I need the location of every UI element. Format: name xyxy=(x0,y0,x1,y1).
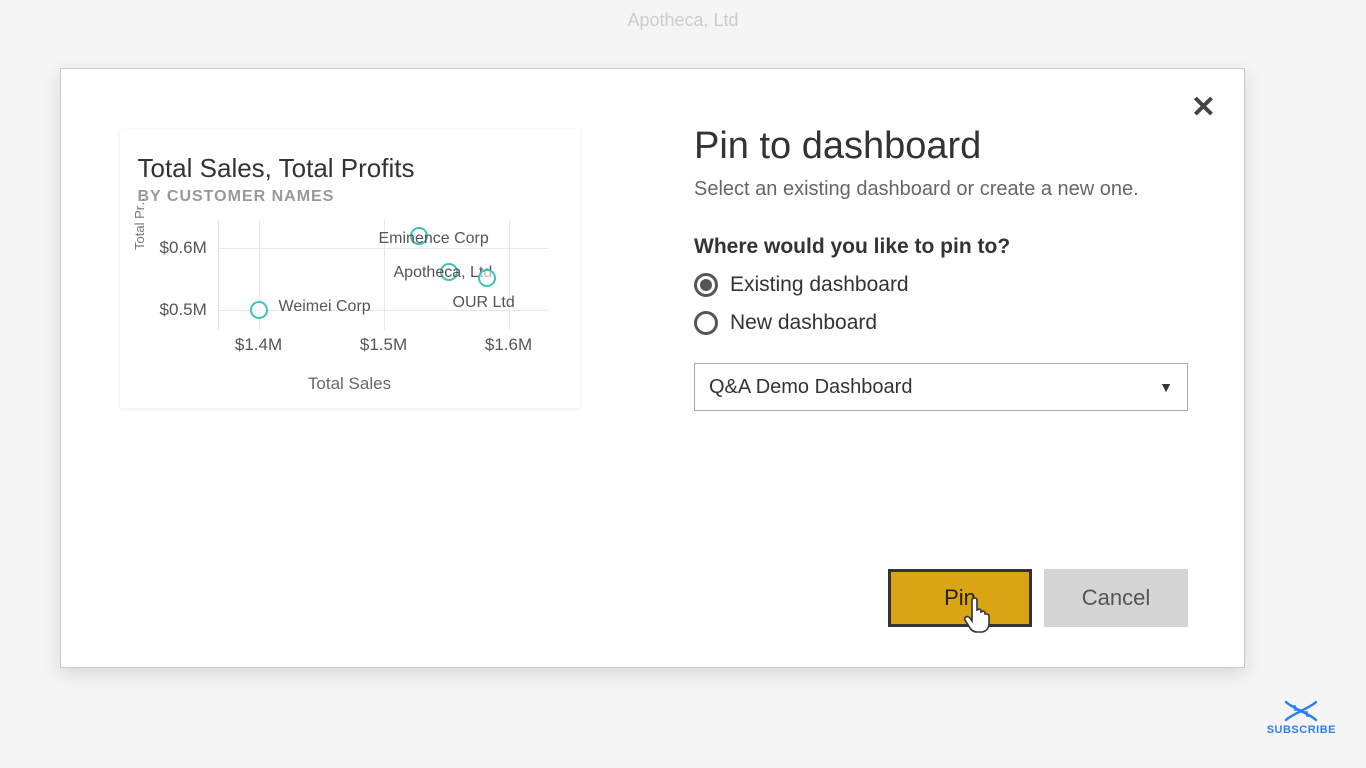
dialog-form-pane: ✕ Pin to dashboard Select an existing da… xyxy=(638,69,1244,667)
data-point xyxy=(478,269,496,287)
plot-area: Weimei Corp Eminence Corp Apotheca, Ltd … xyxy=(218,220,548,330)
data-point-label: Eminence Corp xyxy=(379,230,489,248)
x-tick: $1.4M xyxy=(235,335,282,355)
x-tick: $1.6M xyxy=(485,335,532,355)
chart-title: Total Sales, Total Profits xyxy=(138,153,562,184)
chevron-down-icon: ▼ xyxy=(1159,379,1173,395)
y-axis-label: Total Pro… xyxy=(132,190,147,250)
radio-label: Existing dashboard xyxy=(730,273,909,297)
subscribe-badge[interactable]: SUBSCRIBE xyxy=(1267,700,1336,736)
cancel-button[interactable]: Cancel xyxy=(1044,569,1188,627)
chart-subtitle: BY CUSTOMER NAMES xyxy=(138,188,562,206)
data-point xyxy=(250,301,268,319)
pin-to-dashboard-dialog: Total Sales, Total Profits BY CUSTOMER N… xyxy=(60,68,1245,668)
dialog-preview-pane: Total Sales, Total Profits BY CUSTOMER N… xyxy=(61,69,638,667)
data-point-label: OUR Ltd xyxy=(453,294,515,312)
dialog-description: Select an existing dashboard or create a… xyxy=(694,178,1188,201)
x-axis-label: Total Sales xyxy=(138,374,562,394)
radio-new-dashboard[interactable]: New dashboard xyxy=(694,311,1188,335)
data-point-label: Weimei Corp xyxy=(279,298,371,316)
dialog-question: Where would you like to pin to? xyxy=(694,235,1188,259)
background-ghost-label: Apotheca, Ltd xyxy=(627,10,738,31)
radio-button-icon xyxy=(694,273,718,297)
dashboard-select[interactable]: Q&A Demo Dashboard ▼ xyxy=(694,363,1188,411)
select-value: Q&A Demo Dashboard xyxy=(709,376,912,399)
dialog-title: Pin to dashboard xyxy=(694,125,1188,168)
radio-existing-dashboard[interactable]: Existing dashboard xyxy=(694,273,1188,297)
dialog-actions: Pin Cancel xyxy=(888,569,1188,627)
chart-preview-card: Total Sales, Total Profits BY CUSTOMER N… xyxy=(120,129,580,408)
scatter-chart: Total Pro… $0.6M $0.5M Weimei Corp Emine… xyxy=(138,220,562,390)
x-tick: $1.5M xyxy=(360,335,407,355)
close-icon[interactable]: ✕ xyxy=(1191,93,1216,123)
y-tick: $0.5M xyxy=(160,300,207,320)
pin-button[interactable]: Pin xyxy=(888,569,1032,627)
y-tick: $0.6M xyxy=(160,238,207,258)
subscribe-label: SUBSCRIBE xyxy=(1267,724,1336,736)
radio-button-icon xyxy=(694,311,718,335)
dna-icon xyxy=(1284,700,1318,722)
radio-label: New dashboard xyxy=(730,311,877,335)
